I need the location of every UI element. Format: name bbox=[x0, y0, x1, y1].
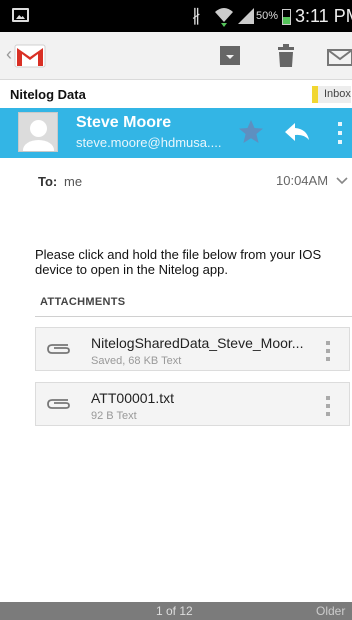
signal-icon bbox=[238, 8, 254, 24]
divider bbox=[35, 316, 352, 317]
reply-icon[interactable] bbox=[284, 119, 310, 145]
pager-count: 1 of 12 bbox=[156, 604, 193, 618]
star-icon[interactable] bbox=[238, 119, 264, 145]
to-label: To: bbox=[38, 174, 58, 189]
paperclip-icon bbox=[47, 344, 70, 354]
wifi-icon bbox=[215, 8, 233, 27]
sender-email: steve.moore@hdmusa.... bbox=[76, 135, 222, 150]
inbox-label[interactable]: Inbox bbox=[312, 86, 351, 103]
sender-avatar[interactable] bbox=[18, 112, 58, 152]
overflow-menu-icon[interactable] bbox=[326, 341, 330, 361]
attachment-meta: Saved, 68 KB Text bbox=[91, 355, 182, 367]
overflow-menu-icon[interactable] bbox=[338, 122, 342, 144]
sender-name: Steve Moore bbox=[76, 114, 172, 131]
chevron-down-icon[interactable] bbox=[336, 177, 348, 185]
battery-icon bbox=[282, 9, 291, 25]
message-subject: Nitelog Data bbox=[10, 87, 86, 102]
paperclip-icon bbox=[47, 399, 70, 409]
attachment-name: ATT00001.txt bbox=[91, 390, 175, 406]
to-value: me bbox=[64, 174, 83, 189]
recipient-row[interactable]: To: me 10:04AM bbox=[0, 158, 352, 204]
message-body: Please click and hold the file below fro… bbox=[35, 247, 322, 277]
footer-bar: 1 of 12 Older bbox=[0, 602, 352, 620]
status-time: 3:11 PM bbox=[295, 6, 352, 26]
attachment-meta: 92 B Text bbox=[91, 410, 137, 422]
status-bar: ∦ 50% 3:11 PM bbox=[0, 0, 352, 32]
image-notification-icon bbox=[12, 8, 29, 22]
delete-icon[interactable] bbox=[272, 42, 300, 70]
message-time: 10:04AM bbox=[276, 173, 329, 188]
overflow-menu-icon[interactable] bbox=[326, 396, 330, 416]
archive-icon[interactable] bbox=[216, 42, 244, 70]
gmail-icon[interactable] bbox=[14, 44, 46, 68]
attachment-name: NitelogSharedData_Steve_Moor... bbox=[91, 335, 304, 351]
sender-header[interactable]: Steve Moore steve.moore@hdmusa.... bbox=[0, 108, 352, 158]
chevron-left-icon[interactable]: ‹ bbox=[6, 44, 12, 65]
older-button[interactable]: Older bbox=[316, 604, 345, 618]
attachment-item[interactable]: NitelogSharedData_Steve_Moor... Saved, 6… bbox=[35, 327, 350, 371]
attachments-header: ATTACHMENTS bbox=[40, 296, 126, 308]
subject-row: Nitelog Data Inbox bbox=[0, 80, 352, 108]
action-bar: ‹ bbox=[0, 32, 352, 80]
attachment-item[interactable]: ATT00001.txt 92 B Text bbox=[35, 382, 350, 426]
battery-percent: 50% bbox=[256, 10, 279, 22]
mark-unread-icon[interactable] bbox=[326, 42, 352, 70]
bluetooth-icon: ∦ bbox=[192, 6, 201, 25]
